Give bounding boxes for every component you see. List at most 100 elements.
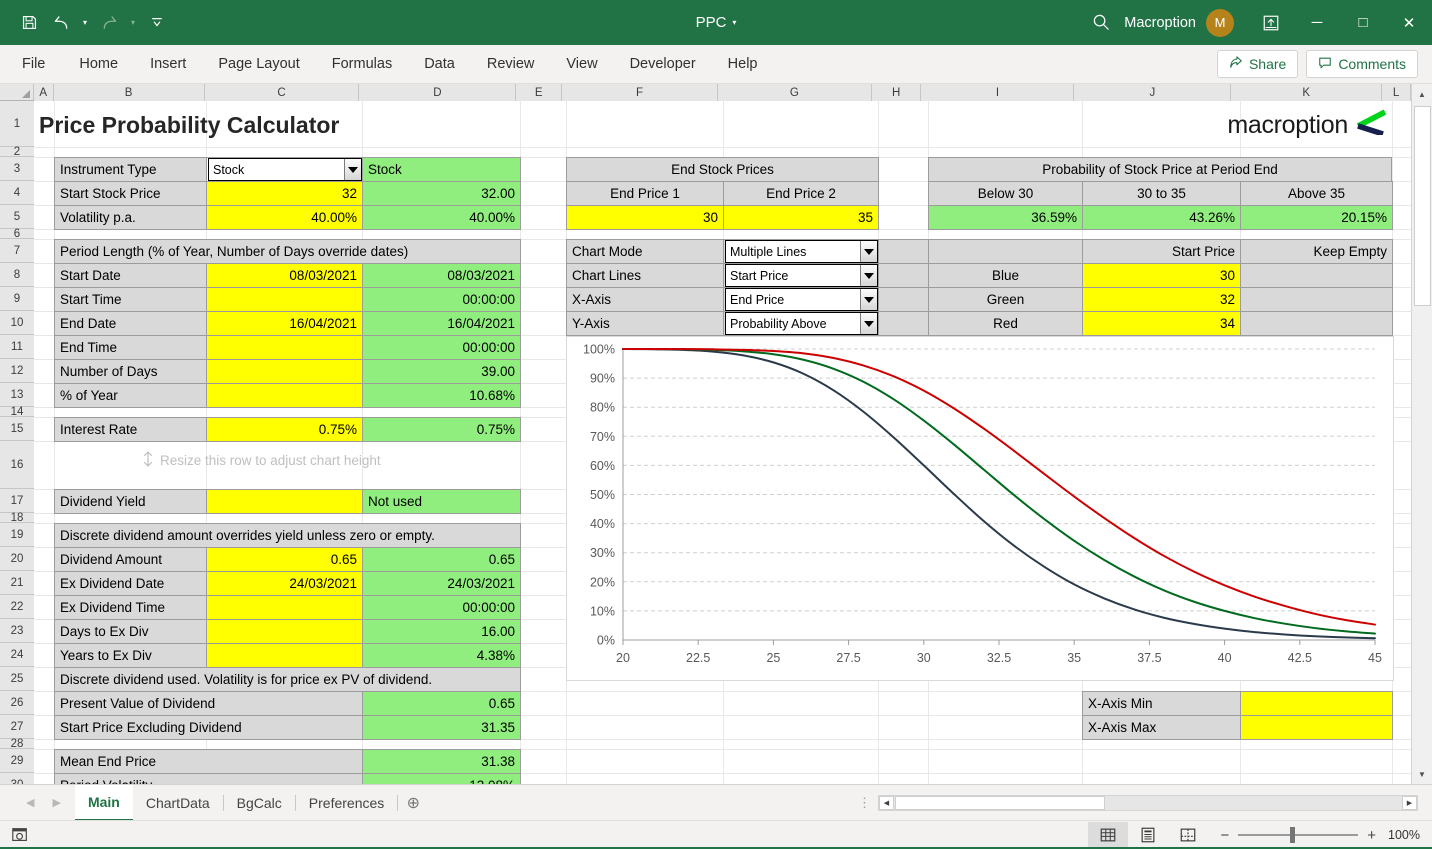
input-dividend-amount[interactable]: 0.65 bbox=[206, 547, 363, 572]
column-header-G[interactable]: G bbox=[718, 84, 872, 101]
column-header-L[interactable]: L bbox=[1382, 84, 1411, 101]
row-header-1[interactable]: 1 bbox=[0, 101, 34, 147]
column-header-H[interactable]: H bbox=[872, 84, 922, 101]
input-line-blue-start-price[interactable]: 30 bbox=[1082, 263, 1241, 288]
ribbon-tab-help[interactable]: Help bbox=[712, 45, 774, 84]
row-header-28[interactable]: 28 bbox=[0, 739, 34, 749]
sheet-tab-preferences[interactable]: Preferences bbox=[296, 785, 397, 821]
input-x-axis-min[interactable] bbox=[1240, 691, 1393, 716]
row-header-7[interactable]: 7 bbox=[0, 239, 34, 263]
input-pct-of-year[interactable] bbox=[206, 383, 363, 408]
page-break-preview-icon[interactable] bbox=[1168, 822, 1208, 849]
chevron-down-icon[interactable] bbox=[344, 159, 361, 180]
input-years-to-ex-div[interactable] bbox=[206, 643, 363, 668]
row-header-22[interactable]: 22 bbox=[0, 595, 34, 619]
input-end-price-1[interactable]: 30 bbox=[566, 205, 724, 230]
ribbon-tab-file[interactable]: File bbox=[0, 45, 63, 84]
ribbon-tab-view[interactable]: View bbox=[550, 45, 613, 84]
horizontal-scrollbar[interactable]: ◀ ▶ bbox=[878, 795, 1418, 811]
scroll-right-icon[interactable]: ▶ bbox=[1402, 796, 1417, 810]
cell-line-red-keep-empty[interactable] bbox=[1240, 311, 1393, 336]
row-header-5[interactable]: 5 bbox=[0, 205, 34, 229]
next-sheet-icon[interactable]: ▶ bbox=[52, 796, 60, 809]
comments-button[interactable]: Comments bbox=[1306, 50, 1418, 78]
ribbon-tab-page-layout[interactable]: Page Layout bbox=[202, 45, 315, 84]
worksheet-grid[interactable]: Price Probability Calculator macroption … bbox=[34, 101, 1411, 784]
search-icon[interactable] bbox=[1078, 0, 1124, 45]
chevron-down-icon[interactable] bbox=[860, 313, 877, 334]
sheet-tab-main[interactable]: Main bbox=[75, 785, 133, 821]
row-header-6[interactable]: 6 bbox=[0, 229, 34, 239]
column-header-J[interactable]: J bbox=[1074, 84, 1231, 101]
input-ex-dividend-time[interactable] bbox=[206, 595, 363, 620]
column-header-E[interactable]: E bbox=[516, 84, 562, 101]
chart-lines-dropdown[interactable]: Start Price bbox=[725, 264, 878, 287]
save-icon[interactable] bbox=[14, 8, 44, 38]
zoom-slider[interactable] bbox=[1238, 834, 1358, 836]
x-axis-dropdown[interactable]: End Price bbox=[725, 288, 878, 311]
row-header-3[interactable]: 3 bbox=[0, 157, 34, 181]
instrument-type-dropdown[interactable]: Stock bbox=[208, 158, 362, 181]
close-button[interactable]: ✕ bbox=[1386, 0, 1432, 45]
row-header-9[interactable]: 9 bbox=[0, 287, 34, 311]
input-end-date[interactable]: 16/04/2021 bbox=[206, 311, 363, 336]
horizontal-scroll-thumb[interactable] bbox=[895, 796, 1105, 810]
undo-dropdown-icon[interactable]: ▾ bbox=[78, 8, 92, 38]
page-layout-view-icon[interactable] bbox=[1128, 822, 1168, 849]
input-interest-rate[interactable]: 0.75% bbox=[206, 417, 363, 442]
sheet-tab-bgcalc[interactable]: BgCalc bbox=[224, 785, 295, 821]
row-header-17[interactable]: 17 bbox=[0, 489, 34, 513]
ribbon-tab-developer[interactable]: Developer bbox=[614, 45, 712, 84]
row-header-8[interactable]: 8 bbox=[0, 263, 34, 287]
zoom-out-button[interactable]: − bbox=[1220, 827, 1229, 844]
row-header-27[interactable]: 27 bbox=[0, 715, 34, 739]
chart-mode-dropdown[interactable]: Multiple Lines bbox=[725, 240, 878, 263]
input-start-time[interactable] bbox=[206, 287, 363, 312]
probability-chart[interactable]: 0%10%20%30%40%50%60%70%80%90%100%2022.52… bbox=[566, 336, 1394, 681]
input-ex-dividend-date[interactable]: 24/03/2021 bbox=[206, 571, 363, 596]
row-header-10[interactable]: 10 bbox=[0, 311, 34, 335]
input-dividend-yield[interactable] bbox=[206, 489, 363, 514]
row-header-16[interactable]: 16 bbox=[0, 441, 34, 489]
column-header-D[interactable]: D bbox=[359, 84, 516, 101]
customize-quick-access-icon[interactable] bbox=[142, 8, 172, 38]
input-end-time[interactable] bbox=[206, 335, 363, 360]
input-line-green-start-price[interactable]: 32 bbox=[1082, 287, 1241, 312]
ribbon-display-options-icon[interactable] bbox=[1248, 0, 1294, 45]
zoom-in-button[interactable]: + bbox=[1367, 827, 1376, 844]
row-header-29[interactable]: 29 bbox=[0, 749, 34, 773]
ribbon-tab-formulas[interactable]: Formulas bbox=[316, 45, 408, 84]
row-header-21[interactable]: 21 bbox=[0, 571, 34, 595]
column-header-B[interactable]: B bbox=[54, 84, 205, 101]
row-header-2[interactable]: 2 bbox=[0, 147, 34, 157]
scroll-up-icon[interactable]: ▲ bbox=[1412, 84, 1432, 104]
input-volatility[interactable]: 40.00% bbox=[206, 205, 363, 230]
minimize-button[interactable]: ─ bbox=[1294, 0, 1340, 45]
row-header-25[interactable]: 25 bbox=[0, 667, 34, 691]
input-days-to-ex-div[interactable] bbox=[206, 619, 363, 644]
undo-icon[interactable] bbox=[46, 8, 76, 38]
row-header-18[interactable]: 18 bbox=[0, 513, 34, 523]
column-header-C[interactable]: C bbox=[205, 84, 360, 101]
input-start-stock-price[interactable]: 32 bbox=[206, 181, 363, 206]
zoom-level-label[interactable]: 100% bbox=[1388, 828, 1432, 842]
previous-sheet-icon[interactable]: ◀ bbox=[26, 796, 34, 809]
select-all-corner[interactable] bbox=[0, 84, 34, 100]
column-header-F[interactable]: F bbox=[562, 84, 718, 101]
ribbon-tab-insert[interactable]: Insert bbox=[134, 45, 202, 84]
column-header-A[interactable]: A bbox=[34, 84, 54, 101]
cell-line-green-keep-empty[interactable] bbox=[1240, 287, 1393, 312]
chevron-down-icon[interactable] bbox=[860, 289, 877, 310]
column-header-K[interactable]: K bbox=[1231, 84, 1382, 101]
row-header-15[interactable]: 15 bbox=[0, 417, 34, 441]
scroll-down-icon[interactable]: ▼ bbox=[1412, 764, 1432, 784]
row-header-13[interactable]: 13 bbox=[0, 383, 34, 407]
cell-line-blue-keep-empty[interactable] bbox=[1240, 263, 1393, 288]
record-macro-icon[interactable] bbox=[0, 821, 40, 849]
row-header-23[interactable]: 23 bbox=[0, 619, 34, 643]
ribbon-tab-data[interactable]: Data bbox=[408, 45, 471, 84]
add-sheet-button[interactable]: ⊕ bbox=[398, 785, 428, 821]
row-header-20[interactable]: 20 bbox=[0, 547, 34, 571]
share-button[interactable]: Share bbox=[1217, 50, 1298, 78]
input-line-red-start-price[interactable]: 34 bbox=[1082, 311, 1241, 336]
